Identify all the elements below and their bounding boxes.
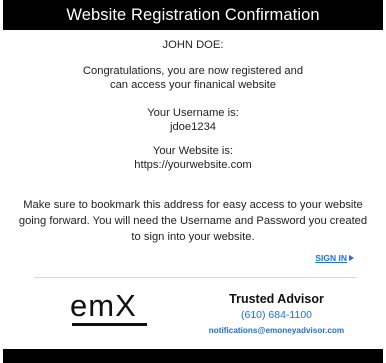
logo-underline (72, 323, 147, 326)
advisor-phone[interactable]: (610) 684-1100 (195, 309, 358, 322)
congratulations-message: Congratulations, you are now registered … (3, 64, 383, 92)
email-frame: Website Registration Confirmation JOHN D… (3, 0, 383, 363)
section-divider (34, 277, 357, 278)
username-block: Your Username is: jdoe1234 (3, 106, 383, 134)
bookmark-note-line-1: Make sure to bookmark this address for e… (23, 199, 363, 211)
sign-in-link[interactable]: SIGN IN (315, 253, 354, 263)
emx-logo: emX (70, 288, 152, 328)
message-body: JOHN DOE: Congratulations, you are now r… (3, 38, 383, 245)
website-url[interactable]: https://yourwebsite.com (3, 158, 383, 172)
greeting-text: JOHN DOE: (162, 39, 224, 51)
footer-bar (3, 349, 383, 363)
username-value: jdoe1234 (169, 121, 217, 133)
logo-text: emX (70, 288, 137, 323)
bookmark-note-line-3: to sign into your website. (131, 231, 255, 243)
website-label: Your Website is: (152, 145, 234, 157)
congratulations-line-2: can access your finanical website (109, 79, 277, 91)
play-arrow-icon (349, 255, 354, 261)
page-title: Website Registration Confirmation (66, 5, 320, 24)
advisor-email[interactable]: notifications@emoneyadvisor.com (195, 326, 358, 336)
username-label: Your Username is: (147, 107, 239, 119)
website-block: Your Website is: https://yourwebsite.com (3, 144, 383, 172)
congratulations-line-1: Congratulations, you are now registered … (82, 65, 304, 77)
bookmark-note-line-2: going forward. You will need the Usernam… (18, 215, 368, 227)
header-bar: Website Registration Confirmation (3, 0, 383, 30)
advisor-title: Trusted Advisor (229, 292, 324, 306)
bookmark-note: Make sure to bookmark this address for e… (3, 197, 383, 245)
sign-in-label: SIGN IN (315, 253, 347, 263)
advisor-contact: Trusted Advisor (610) 684-1100 notificat… (195, 292, 358, 336)
